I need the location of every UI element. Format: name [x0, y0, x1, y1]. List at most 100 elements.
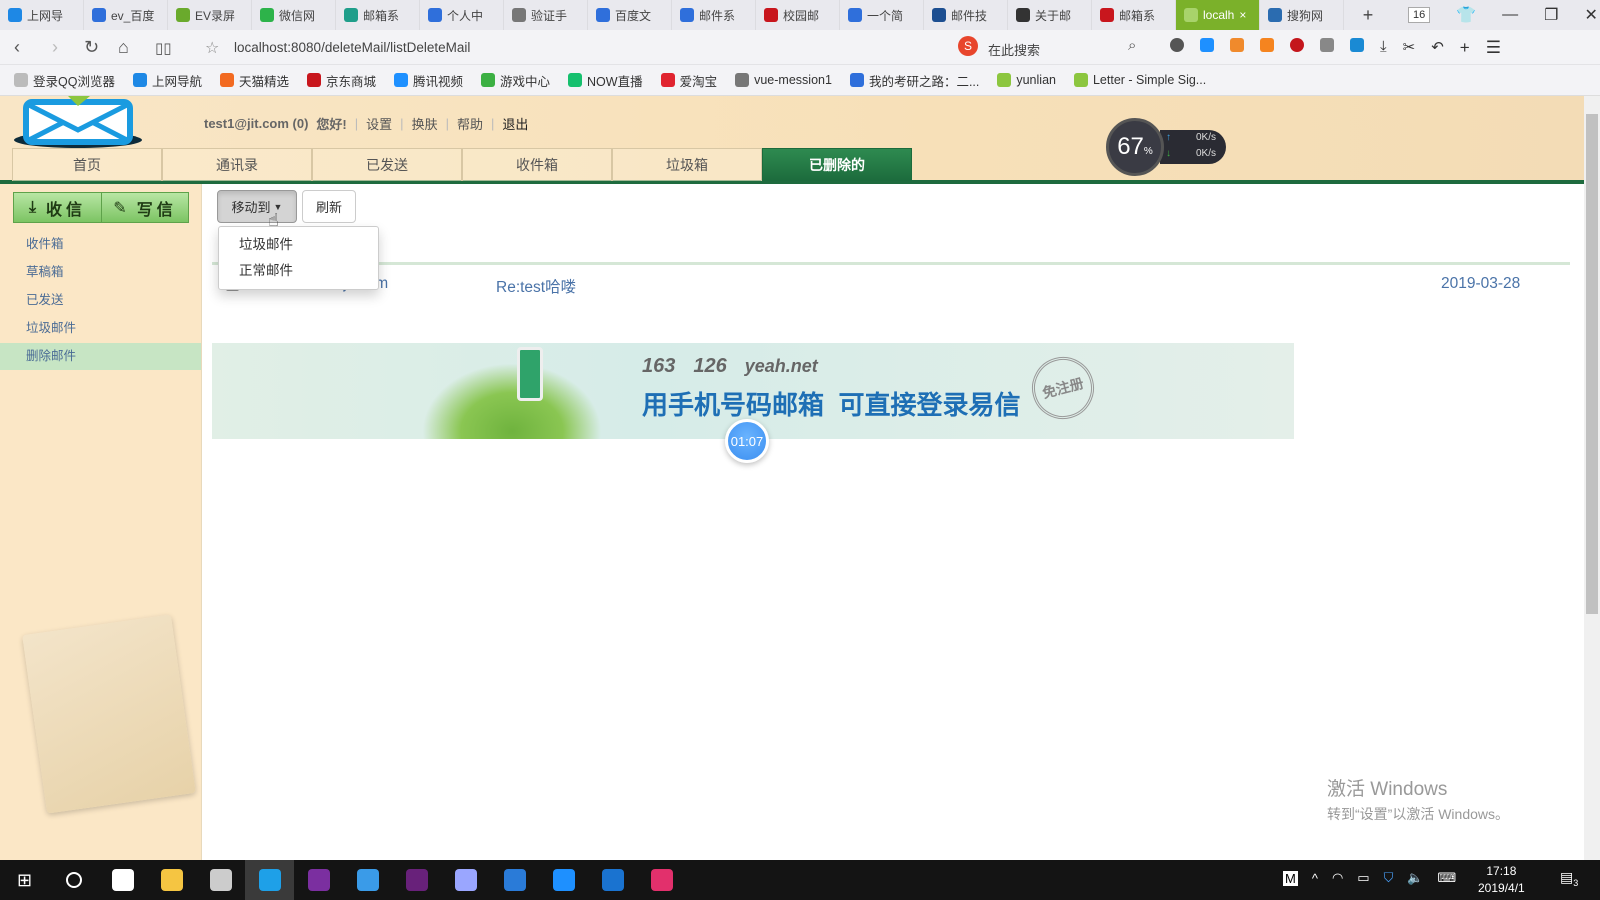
nav-trash[interactable]: 垃圾箱 [612, 148, 762, 181]
taskbar-app-icon[interactable] [441, 860, 490, 900]
taskbar-onenote-icon[interactable] [294, 860, 343, 900]
write-mail-button[interactable]: ✎ 写信 [101, 192, 189, 223]
bookmark-item[interactable]: 登录QQ浏览器 [14, 71, 115, 90]
menu-icon[interactable]: ☰ [1486, 38, 1501, 58]
sidebar-item-sent[interactable]: 已发送 [0, 287, 201, 314]
taskbar-vscode-icon[interactable] [490, 860, 539, 900]
back-icon[interactable]: ‹ [14, 37, 20, 58]
skin-icon[interactable]: 👕 [1456, 5, 1476, 25]
settings-link[interactable]: 设置 [366, 114, 392, 133]
nav-contacts[interactable]: 通讯录 [162, 148, 312, 181]
bookmark-item[interactable]: yunlian [997, 73, 1056, 87]
close-window-button[interactable]: ✕ [1585, 5, 1598, 25]
nav-deleted[interactable]: 已删除的 [762, 148, 912, 181]
forward-icon[interactable]: › [52, 37, 58, 58]
bookmark-item[interactable]: 天猫精选 [219, 71, 289, 90]
keyboard-icon[interactable]: ⌨ [1438, 870, 1457, 886]
sidebar-item-inbox[interactable]: 收件箱 [0, 231, 201, 258]
home-icon[interactable]: ⌂ [118, 37, 129, 58]
refresh-button[interactable]: 刷新 [302, 190, 356, 223]
browser-tab[interactable]: 一个简 [840, 0, 924, 30]
notification-center-icon[interactable]: ▤3 [1560, 869, 1578, 888]
bulb-icon[interactable] [1170, 38, 1184, 52]
taskbar-security-icon[interactable] [539, 860, 588, 900]
memory-gauge[interactable]: 67% [1106, 118, 1164, 176]
browser-tab[interactable]: 验证手 [504, 0, 588, 30]
mail-row[interactable]: test2@jit.com Re:test哈喽 2019-03-28 [212, 272, 1570, 300]
taskbar-sogou-icon[interactable] [343, 860, 392, 900]
receive-mail-button[interactable]: ⤓ 收信 [13, 192, 102, 223]
taskbar-file-explorer-icon[interactable] [147, 860, 196, 900]
taskbar-qq-browser-icon[interactable] [245, 860, 294, 900]
browser-tab[interactable]: 邮箱系 [336, 0, 420, 30]
logout-link[interactable]: 退出 [502, 114, 528, 133]
camera-record-icon[interactable] [1260, 38, 1274, 52]
recording-timer[interactable]: 01:07 [725, 419, 769, 463]
close-tab-icon[interactable]: × [1239, 8, 1246, 22]
menu-item-spam[interactable]: 垃圾邮件 [239, 233, 293, 253]
start-button[interactable]: ⊞ [0, 860, 49, 900]
sidebar-item-deleted[interactable]: 删除邮件 [0, 343, 201, 370]
taskbar-visual-studio-icon[interactable] [392, 860, 441, 900]
taskbar-intellij-icon[interactable] [637, 860, 686, 900]
search-icon[interactable]: ⌕ [1128, 37, 1136, 54]
url-field[interactable]: localhost:8080/deleteMail/listDeleteMail [234, 40, 470, 55]
undo-icon[interactable]: ↶ [1431, 38, 1444, 58]
bookmark-item[interactable]: vue-mession1 [735, 73, 832, 87]
skin-link[interactable]: 换肤 [412, 114, 438, 133]
bookmark-item[interactable]: 爱淘宝 [660, 71, 717, 90]
bookmark-item[interactable]: 游戏中心 [481, 71, 550, 90]
new-tab-button[interactable]: + [1344, 0, 1384, 30]
nav-inbox[interactable]: 收件箱 [462, 148, 612, 181]
reload-icon[interactable]: ↻ [84, 37, 99, 58]
tray-expand-icon[interactable]: ^ [1312, 871, 1318, 886]
bookmark-item[interactable]: NOW直播 [568, 71, 643, 90]
screenshot-icon[interactable] [1320, 38, 1334, 52]
clock[interactable]: 17:18 2019/4/1 [1478, 863, 1525, 897]
scrollbar-thumb[interactable] [1586, 114, 1598, 614]
browser-tab[interactable]: 搜狗网 [1260, 0, 1344, 30]
browser-tab[interactable]: EV录屏 [168, 0, 252, 30]
minimize-button[interactable]: — [1502, 6, 1518, 24]
zhihu-icon[interactable] [1350, 38, 1364, 52]
adblock-icon[interactable] [1290, 38, 1304, 52]
battery-icon[interactable]: ▭ [1357, 870, 1369, 886]
browser-tab[interactable]: 微信网 [252, 0, 336, 30]
mail-subject[interactable]: Re:test哈喽 [496, 275, 576, 297]
browser-tab[interactable]: 校园邮 [756, 0, 840, 30]
bookmark-item[interactable]: 腾讯视频 [394, 71, 463, 90]
sidebar-item-spam[interactable]: 垃圾邮件 [0, 315, 201, 342]
browser-tab[interactable]: 邮件系 [672, 0, 756, 30]
volume-icon[interactable]: 🔈 [1407, 870, 1423, 886]
download-icon[interactable]: ⤓ [1380, 38, 1387, 58]
browser-tab[interactable]: 个人中 [420, 0, 504, 30]
nav-home[interactable]: 首页 [12, 148, 162, 181]
star-icon[interactable]: ☆ [205, 38, 219, 58]
bookmark-item[interactable]: 我的考研之路：二... [849, 71, 979, 90]
sogou-search-icon[interactable]: S [958, 36, 978, 56]
browser-tab[interactable]: 关于邮 [1008, 0, 1092, 30]
nav-sent[interactable]: 已发送 [312, 148, 462, 181]
browser-tab[interactable]: 上网导 [0, 0, 84, 30]
browser-tab[interactable]: 邮件技 [924, 0, 1008, 30]
reader-icon[interactable]: ▯▯ [155, 39, 172, 57]
sidebar-item-drafts[interactable]: 草稿箱 [0, 259, 201, 286]
cortana-button[interactable] [49, 860, 98, 900]
browser-tab[interactable]: ev_百度 [84, 0, 168, 30]
browser-tab[interactable]: 百度文 [588, 0, 672, 30]
security-tray-icon[interactable]: ⛉ [1384, 870, 1394, 886]
scissors-icon[interactable]: ✂ [1403, 38, 1416, 58]
taskbar-paint-icon[interactable] [196, 860, 245, 900]
bookmark-item[interactable]: Letter - Simple Sig... [1073, 73, 1206, 87]
video-play-icon[interactable] [1200, 38, 1214, 52]
page-scrollbar[interactable] [1584, 96, 1600, 860]
add-icon[interactable]: + [1460, 38, 1470, 58]
taskbar-store-icon[interactable] [98, 860, 147, 900]
tab-count-badge[interactable]: 16 [1408, 7, 1431, 23]
wifi-icon[interactable]: ◠ [1332, 870, 1343, 886]
menu-item-normal[interactable]: 正常邮件 [239, 259, 293, 279]
taskbar-edge-icon[interactable] [588, 860, 637, 900]
move-to-dropdown[interactable]: 移动到 ▼ [217, 190, 297, 223]
game-icon[interactable] [1230, 38, 1244, 52]
browser-tab[interactable]: 邮箱系 [1092, 0, 1176, 30]
